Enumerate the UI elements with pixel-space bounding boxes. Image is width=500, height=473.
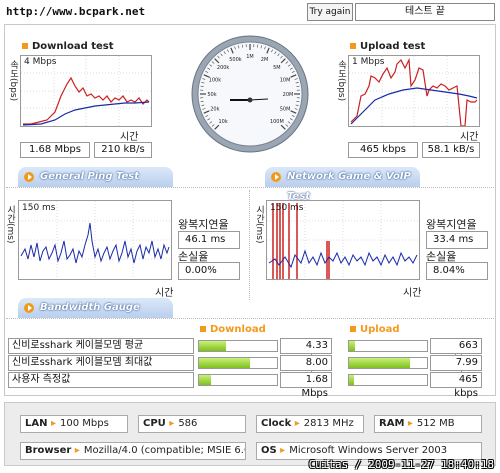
upload-max-label: 1 Mbps: [352, 57, 385, 67]
clock-info: Clock2813 MHz: [256, 415, 364, 433]
upload-bar: [348, 374, 428, 386]
download-title: Download test: [22, 41, 114, 52]
ping-loss-value: 0.00%: [178, 262, 240, 280]
download-x-label: 시간: [120, 132, 139, 143]
upload-bar: [348, 340, 428, 352]
download-bar: [198, 357, 278, 369]
download-bar-fill: [199, 358, 251, 368]
download-kbs-value: 210 kB/s: [94, 142, 152, 158]
upload-value: 7.99 Mbps: [430, 355, 482, 382]
tab-general-ping-test[interactable]: General Ping Test: [18, 167, 173, 187]
upload-x-label: 시간: [460, 132, 479, 143]
game-rtt-value: 33.4 ms: [426, 231, 488, 249]
upload-bar-fill: [349, 358, 410, 368]
ping-max-label: 150 ms: [22, 203, 56, 213]
browser-info: BrowserMozilla/4.0 (compatible; MSIE 6.0: [20, 442, 246, 460]
ping-x-label: 시간: [155, 288, 174, 299]
game-x-label: 시간: [403, 288, 422, 299]
download-column-head: Download: [200, 324, 266, 335]
gauge-tick-label: 100M: [270, 119, 284, 125]
try-again-button[interactable]: Try again: [307, 3, 353, 21]
watermark-timestamp: Cuitas / 2009-11-27 18:40:18: [308, 458, 494, 471]
play-icon: [24, 172, 34, 182]
ram-value: 512 MB: [416, 418, 455, 429]
section-divider: [6, 187, 494, 188]
gauge-tick-label: 5M: [273, 65, 281, 71]
upload-bar-fill: [349, 341, 356, 351]
gauge-tick-label: 20k: [210, 107, 219, 113]
bullet-icon: [350, 326, 356, 332]
game-max-label: 150 ms: [270, 203, 304, 213]
upload-bar: [348, 357, 428, 369]
download-bar-fill: [199, 341, 227, 351]
bullet-icon: [350, 43, 356, 49]
download-bar-fill: [199, 375, 211, 385]
column-divider: [249, 190, 250, 300]
bandwidth-row-label: 신비로sshark 케이블모뎀 최대값: [8, 355, 194, 371]
game-y-label: 시간(ms): [254, 205, 264, 244]
browser-label: Browser: [21, 443, 80, 459]
browser-value: Mozilla/4.0 (compatible; MSIE 6.0: [83, 445, 246, 456]
gauge-tick-label: 50M: [280, 107, 291, 113]
tab-network-game-voip-test[interactable]: Network Game & VoIP Test: [265, 167, 420, 202]
os-label: OS: [257, 443, 285, 459]
ram-label: RAM: [375, 416, 413, 432]
upload-kbs-value: 58.1 kB/s: [422, 142, 480, 158]
cpu-info: CPU 586: [138, 415, 246, 433]
upload-y-label: 속도(bps): [336, 60, 346, 102]
ram-info: RAM512 MB: [374, 415, 482, 433]
gauge-tick-label: 200k: [217, 65, 230, 71]
gauge-tick-label: 500k: [229, 57, 242, 63]
end-test-button[interactable]: 테스트 끝: [355, 3, 495, 21]
upload-bar-fill: [349, 375, 354, 385]
download-value: 4.33 Mbps: [280, 338, 332, 365]
download-y-label: 속도(bps): [8, 60, 18, 102]
section-divider: [6, 318, 494, 319]
download-value: 1.68 Mbps: [280, 372, 332, 399]
play-icon: [24, 303, 34, 313]
gauge-tick-label: 10k: [218, 119, 227, 125]
cpu-label: CPU: [139, 416, 174, 432]
upload-kbps-value: 465 kbps: [348, 142, 418, 158]
bandwidth-row-label: 사용자 측정값: [8, 372, 194, 388]
upload-title: Upload test: [350, 41, 425, 52]
upload-column-head: Upload: [350, 324, 399, 335]
download-bar: [198, 340, 278, 352]
lan-info: LAN 100 Mbps: [20, 415, 128, 433]
clock-label: Clock: [257, 416, 300, 432]
gauge-tick-label: 100k: [209, 77, 222, 83]
ping-rtt-value: 46.1 ms: [178, 231, 240, 249]
download-bar: [198, 374, 278, 386]
bullet-icon: [200, 326, 206, 332]
upload-value: 663 kbps: [430, 338, 482, 365]
speed-gauge: 10k 20k 50k 100k 200k 500k 1M 2M 5M 10M 20M 50M 100M: [190, 30, 310, 158]
bullet-icon: [22, 43, 28, 49]
clock-value: 2813 MHz: [303, 418, 354, 429]
cpu-value: 586: [178, 418, 198, 429]
ping-y-label: 시간(ms): [5, 205, 15, 244]
game-loss-value: 8.04%: [426, 262, 488, 280]
gauge-tick-label: 1M: [246, 54, 254, 60]
upload-value: 465 kbps: [430, 372, 482, 399]
gauge-tick-label: 2M: [261, 57, 269, 63]
lan-value: 100 Mbps: [60, 418, 109, 429]
gauge-tick-label: 10M: [280, 77, 291, 83]
game-rtt-label: 왕복지연율: [426, 218, 477, 231]
gauge-tick-label: 50k: [207, 92, 216, 98]
os-value: Microsoft Windows Server 2003: [289, 445, 448, 456]
download-value: 8.00 Mbps: [280, 355, 332, 382]
play-icon: [271, 172, 281, 182]
download-mbps-value: 1.68 Mbps: [20, 142, 90, 158]
download-max-label: 4 Mbps: [24, 57, 57, 67]
tab-bandwidth-gauge[interactable]: Bandwidth Gauge: [18, 298, 173, 318]
bandwidth-row-label: 신비로sshark 케이블모뎀 평균: [8, 338, 194, 354]
gauge-tick-label: 20M: [283, 92, 294, 98]
ping-rtt-label: 왕복지연율: [178, 218, 229, 231]
site-url: http://www.bcpark.net: [6, 5, 146, 18]
lan-label: LAN: [21, 416, 56, 432]
